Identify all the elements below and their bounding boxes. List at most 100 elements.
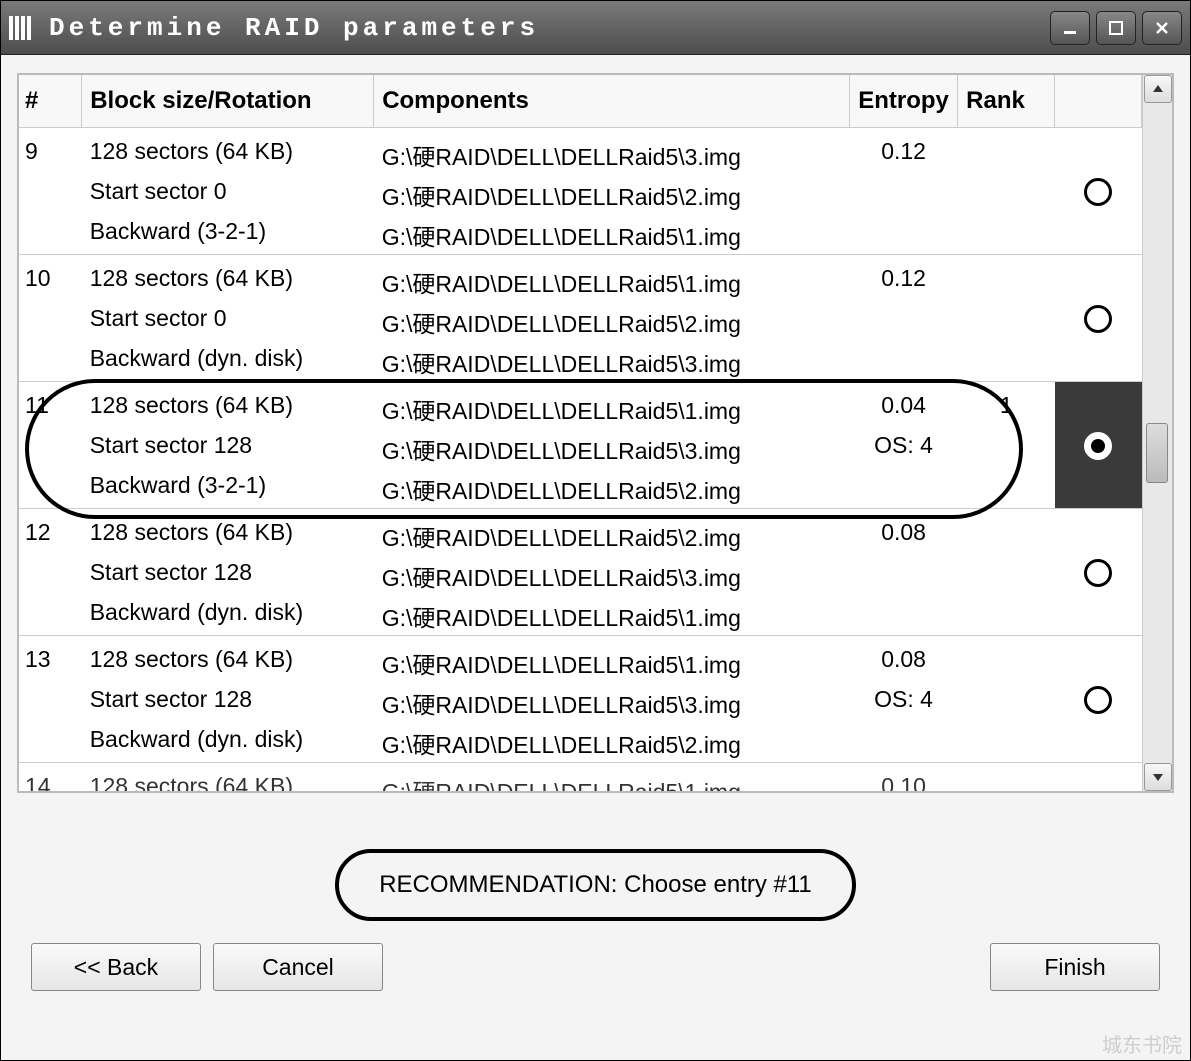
- cell-num: [19, 682, 82, 722]
- cell-entropy: 0.04: [850, 382, 958, 429]
- cell-component: G:\硬RAID\DELL\DELLRaid5\2.img: [374, 301, 850, 341]
- results-table: # Block size/Rotation Components Entropy…: [19, 75, 1142, 791]
- cell-rank: [958, 509, 1055, 556]
- minimize-icon: [1062, 20, 1078, 36]
- cell-num: 10: [19, 255, 82, 302]
- chevron-down-icon: [1152, 771, 1164, 783]
- scroll-thumb[interactable]: [1146, 423, 1168, 483]
- table-row[interactable]: Start sector 0G:\硬RAID\DELL\DELLRaid5\2.…: [19, 301, 1142, 341]
- cell-num: [19, 595, 82, 636]
- table-row[interactable]: 10128 sectors (64 KB)G:\硬RAID\DELL\DELLR…: [19, 255, 1142, 302]
- cell-component: G:\硬RAID\DELL\DELLRaid5\1.img: [374, 255, 850, 302]
- cell-radio: [1055, 722, 1142, 763]
- cell-component: G:\硬RAID\DELL\DELLRaid5\2.img: [374, 174, 850, 214]
- cell-rank: [958, 636, 1055, 683]
- cell-entropy: 0.12: [850, 128, 958, 175]
- cell-block: 128 sectors (64 KB): [82, 382, 374, 429]
- table-row[interactable]: Backward (3-2-1)G:\硬RAID\DELL\DELLRaid5\…: [19, 214, 1142, 255]
- col-header-entropy[interactable]: Entropy: [850, 75, 958, 128]
- cell-entropy: 0.08: [850, 509, 958, 556]
- cell-num: [19, 468, 82, 509]
- cell-radio: [1055, 301, 1142, 341]
- cell-radio: [1055, 636, 1142, 683]
- cell-entropy: [850, 301, 958, 341]
- cell-rank: [958, 255, 1055, 302]
- cell-component: G:\硬RAID\DELL\DELLRaid5\3.img: [374, 555, 850, 595]
- scroll-up-button[interactable]: [1144, 75, 1172, 103]
- scroll-track[interactable]: [1143, 103, 1172, 763]
- table-row[interactable]: Backward (dyn. disk)G:\硬RAID\DELL\DELLRa…: [19, 722, 1142, 763]
- cell-component: G:\硬RAID\DELL\DELLRaid5\3.img: [374, 128, 850, 175]
- cell-block: Start sector 128: [82, 682, 374, 722]
- recommendation-banner: RECOMMENDATION: Choose entry #11: [335, 849, 856, 921]
- cell-component: G:\硬RAID\DELL\DELLRaid5\1.img: [374, 382, 850, 429]
- cell-radio: [1055, 555, 1142, 595]
- cell-rank: [958, 214, 1055, 255]
- cancel-button[interactable]: Cancel: [213, 943, 383, 991]
- cell-entropy: [850, 722, 958, 763]
- cell-block: Backward (3-2-1): [82, 214, 374, 255]
- finish-button[interactable]: Finish: [990, 943, 1160, 991]
- cell-block: Start sector 0: [82, 301, 374, 341]
- cell-radio: [1055, 214, 1142, 255]
- cell-rank: [958, 763, 1055, 792]
- table-row[interactable]: 9128 sectors (64 KB)G:\硬RAID\DELL\DELLRa…: [19, 128, 1142, 175]
- close-icon: [1154, 20, 1170, 36]
- table-row[interactable]: 14128 sectors (64 KB)G:\硬RAID\DELL\DELLR…: [19, 763, 1142, 792]
- table-row[interactable]: Start sector 0G:\硬RAID\DELL\DELLRaid5\2.…: [19, 174, 1142, 214]
- table-row[interactable]: Start sector 128G:\硬RAID\DELL\DELLRaid5\…: [19, 682, 1142, 722]
- col-header-rank[interactable]: Rank: [958, 75, 1055, 128]
- select-radio[interactable]: [1084, 178, 1112, 206]
- back-button[interactable]: << Back: [31, 943, 201, 991]
- scroll-down-button[interactable]: [1144, 763, 1172, 791]
- table-row[interactable]: 12128 sectors (64 KB)G:\硬RAID\DELL\DELLR…: [19, 509, 1142, 556]
- table-row[interactable]: Start sector 128G:\硬RAID\DELL\DELLRaid5\…: [19, 428, 1142, 468]
- minimize-button[interactable]: [1050, 11, 1090, 45]
- vertical-scrollbar[interactable]: [1142, 75, 1172, 791]
- cell-radio: [1055, 763, 1142, 792]
- select-radio[interactable]: [1084, 305, 1112, 333]
- col-header-num[interactable]: #: [19, 75, 82, 128]
- cell-entropy: [850, 341, 958, 382]
- col-header-components[interactable]: Components: [374, 75, 850, 128]
- table-row[interactable]: Backward (dyn. disk)G:\硬RAID\DELL\DELLRa…: [19, 595, 1142, 636]
- titlebar[interactable]: Determine RAID parameters: [1, 1, 1190, 55]
- cell-block: Backward (dyn. disk): [82, 341, 374, 382]
- maximize-button[interactable]: [1096, 11, 1136, 45]
- table-row[interactable]: 11128 sectors (64 KB)G:\硬RAID\DELL\DELLR…: [19, 382, 1142, 429]
- select-radio[interactable]: [1084, 686, 1112, 714]
- close-button[interactable]: [1142, 11, 1182, 45]
- cell-entropy: [850, 555, 958, 595]
- cell-component: G:\硬RAID\DELL\DELLRaid5\2.img: [374, 722, 850, 763]
- cell-num: [19, 214, 82, 255]
- cell-component: G:\硬RAID\DELL\DELLRaid5\3.img: [374, 341, 850, 382]
- cell-num: [19, 301, 82, 341]
- cell-block: Backward (dyn. disk): [82, 722, 374, 763]
- cell-radio: [1055, 255, 1142, 302]
- cell-block: Backward (3-2-1): [82, 468, 374, 509]
- select-radio[interactable]: [1084, 559, 1112, 587]
- cell-rank: [958, 722, 1055, 763]
- col-header-block[interactable]: Block size/Rotation: [82, 75, 374, 128]
- cell-radio: [1055, 428, 1142, 468]
- cell-num: [19, 722, 82, 763]
- cell-block: 128 sectors (64 KB): [82, 763, 374, 792]
- cell-block: 128 sectors (64 KB): [82, 128, 374, 175]
- cell-rank: [958, 555, 1055, 595]
- chevron-up-icon: [1152, 83, 1164, 95]
- cell-block: Backward (dyn. disk): [82, 595, 374, 636]
- table-row[interactable]: Backward (3-2-1)G:\硬RAID\DELL\DELLRaid5\…: [19, 468, 1142, 509]
- table-row[interactable]: Backward (dyn. disk)G:\硬RAID\DELL\DELLRa…: [19, 341, 1142, 382]
- cell-entropy: [850, 214, 958, 255]
- cell-component: G:\硬RAID\DELL\DELLRaid5\3.img: [374, 428, 850, 468]
- cell-num: 12: [19, 509, 82, 556]
- table-row[interactable]: Start sector 128G:\硬RAID\DELL\DELLRaid5\…: [19, 555, 1142, 595]
- cell-radio: [1055, 468, 1142, 509]
- cell-entropy: OS: 4: [850, 428, 958, 468]
- cell-component: G:\硬RAID\DELL\DELLRaid5\1.img: [374, 636, 850, 683]
- col-header-select: [1055, 75, 1142, 128]
- cell-rank: [958, 428, 1055, 468]
- cell-component: G:\硬RAID\DELL\DELLRaid5\1.img: [374, 214, 850, 255]
- select-radio[interactable]: [1084, 432, 1112, 460]
- table-row[interactable]: 13128 sectors (64 KB)G:\硬RAID\DELL\DELLR…: [19, 636, 1142, 683]
